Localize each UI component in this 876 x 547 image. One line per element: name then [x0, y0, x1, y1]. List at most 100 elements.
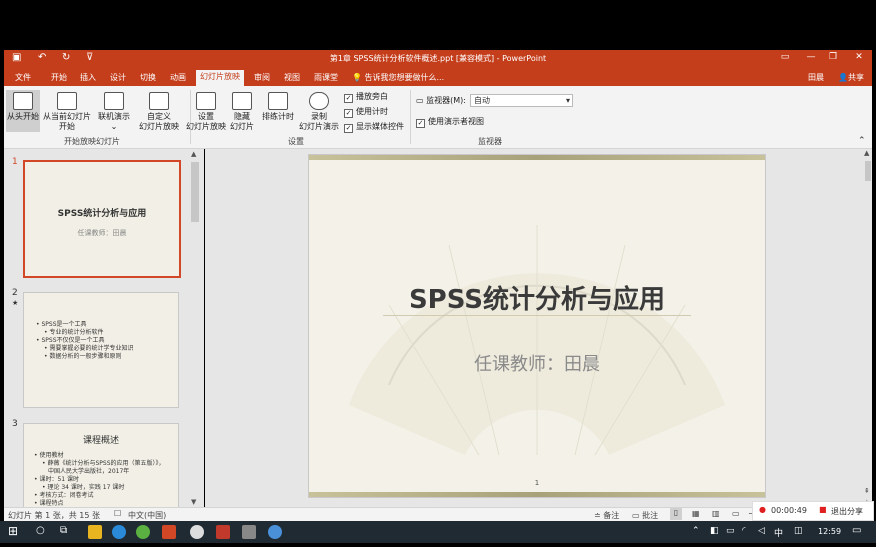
tray-app-icon[interactable]: ◧	[710, 526, 719, 536]
bullet-text: • 使用教材	[34, 452, 64, 459]
play-narrations-label: 播放旁白	[356, 92, 388, 101]
show-media-controls-checkbox[interactable]: ✓ 显示媒体控件	[344, 121, 404, 133]
tab-transitions[interactable]: 切换	[140, 72, 156, 83]
thumbnail-scrollbar[interactable]: ▲ ▼	[190, 150, 200, 506]
search-icon[interactable]: ○	[36, 525, 45, 536]
tab-slide-show[interactable]: 幻灯片放映	[196, 70, 244, 86]
star-icon: ★	[12, 299, 19, 307]
tray-chevron-icon[interactable]: ⌃	[692, 526, 700, 536]
tab-rain-classroom[interactable]: 雨课堂	[314, 72, 338, 83]
title-divider	[383, 315, 691, 316]
notes-label: 备注	[603, 511, 620, 520]
online-present-label: 联机演示	[98, 112, 130, 121]
scrollbar-thumb[interactable]	[865, 161, 871, 181]
tab-insert[interactable]: 插入	[80, 72, 96, 83]
comments-button[interactable]: ▭ 批注	[632, 510, 658, 521]
restore-icon[interactable]: ❐	[826, 52, 840, 62]
ribbon-display-options-icon[interactable]: ▭	[778, 52, 792, 62]
notes-button[interactable]: ≐ 备注	[594, 510, 619, 521]
setup-slide-show-button[interactable]: 设置 幻灯片放映	[184, 92, 228, 132]
volume-icon[interactable]: ◁	[758, 526, 765, 536]
scrollbar-thumb[interactable]	[191, 162, 199, 222]
hide-slide-button[interactable]: 隐藏 幻灯片	[228, 92, 256, 132]
slide-sorter-icon[interactable]: ▦	[692, 509, 700, 518]
main-vertical-scrollbar[interactable]: ▲ ⇞ ⇟	[864, 149, 872, 507]
powerpoint-icon[interactable]	[162, 525, 176, 539]
clock[interactable]: 12:59	[818, 527, 841, 536]
app-icon[interactable]	[242, 525, 256, 539]
app-icon[interactable]	[268, 525, 282, 539]
play-narrations-checkbox[interactable]: ✓ 播放旁白	[344, 91, 388, 103]
tab-home[interactable]: 开始	[51, 72, 67, 83]
collapse-ribbon-icon[interactable]: ⌃	[858, 136, 866, 146]
tab-file[interactable]: 文件	[15, 72, 31, 83]
previous-slide-icon[interactable]: ⇞	[864, 487, 870, 495]
notification-icon[interactable]: ▭	[852, 525, 861, 536]
slide-thumbnail-3[interactable]: 课程概述 • 使用教材 • 薛薇《统计分析与SPSS的应用（第五版）》， 中国人…	[23, 423, 179, 508]
share-button[interactable]: 👤共享	[838, 72, 864, 83]
current-slide[interactable]: SPSS统计分析与应用 任课教师：田晨 1	[308, 154, 766, 498]
recording-dot-icon: ●	[759, 505, 766, 514]
chrome-icon[interactable]	[190, 525, 204, 539]
checkmark-icon: ✓	[344, 94, 353, 103]
monitor-select-value: 自动	[474, 96, 490, 105]
windows-taskbar: ⊞ ○ ⧉ ⌃ ◧ ▭ ◜ ◁ 中 ◫ 12:59 ▭	[0, 521, 876, 543]
exit-share-button[interactable]: 退出分享	[831, 506, 863, 517]
window-title: 第1章 SPSS统计分析软件概述.ppt [兼容模式] - PowerPoint	[329, 54, 547, 63]
chevron-down-icon: ▾	[565, 96, 570, 105]
use-timings-checkbox[interactable]: ✓ 使用计时	[344, 106, 388, 118]
tell-me-search[interactable]: 💡 告诉我您想要做什么...	[352, 72, 444, 83]
use-timings-label: 使用计时	[356, 107, 388, 116]
hide-label-1: 隐藏	[234, 112, 250, 121]
custom-show-icon	[149, 92, 169, 110]
hide-label-2: 幻灯片	[230, 122, 254, 131]
comment-icon: ▭	[632, 511, 640, 520]
browser-icon[interactable]	[136, 525, 150, 539]
from-current-slide-button[interactable]: 从当前幻灯片 开始	[42, 92, 92, 132]
file-explorer-icon[interactable]	[88, 525, 102, 539]
monitor-select[interactable]: 自动 ▾	[470, 94, 573, 107]
tab-animations[interactable]: 动画	[170, 72, 186, 83]
bullet-text: • SPSS不仅仅是一个工具	[36, 337, 105, 344]
scroll-up-icon[interactable]: ▲	[864, 149, 869, 157]
ribbon-tab-bar: 文件 开始 插入 设计 切换 动画 幻灯片放映 审阅 视图 雨课堂 💡 告诉我您…	[4, 68, 872, 86]
windows-start-icon[interactable]: ⊞	[8, 524, 18, 538]
spelling-icon[interactable]: ☐	[114, 509, 121, 518]
from-beginning-button[interactable]: 从头开始	[6, 90, 40, 132]
task-view-icon[interactable]: ⧉	[60, 525, 67, 536]
slide-thumbnail-1[interactable]: SPSS统计分析与应用 任课教师：田晨	[23, 160, 181, 278]
tray-app-icon[interactable]: ◫	[794, 526, 803, 536]
tray-app-icon[interactable]: ▭	[726, 526, 735, 536]
status-bar: 幻灯片 第 1 张，共 15 张 ☐ 中文(中国) ≐ 备注 ▭ 批注 ▯ ▦ …	[4, 507, 872, 522]
bullet-text: • 需要掌握必要的统计学专业知识	[44, 345, 134, 352]
bullet-text: • SPSS是一个工具	[36, 321, 87, 328]
tab-review[interactable]: 审阅	[254, 72, 270, 83]
scroll-up-icon[interactable]: ▲	[191, 150, 196, 158]
edge-icon[interactable]	[112, 525, 126, 539]
reading-view-icon[interactable]: ▥	[712, 509, 720, 518]
slideshow-view-icon[interactable]: ▭	[732, 509, 740, 518]
tab-view[interactable]: 视图	[284, 72, 300, 83]
slide-title[interactable]: SPSS统计分析与应用	[309, 279, 765, 316]
wifi-icon[interactable]: ◜	[742, 526, 746, 536]
tab-design[interactable]: 设计	[110, 72, 126, 83]
user-name[interactable]: 田晨	[808, 72, 824, 83]
scroll-down-icon[interactable]: ▼	[191, 498, 196, 506]
normal-view-icon[interactable]: ▯	[670, 508, 682, 520]
custom-slide-show-button[interactable]: 自定义 幻灯片放映	[132, 92, 186, 132]
monitor-label: ▭ 监视器(M):	[416, 95, 466, 106]
slide-thumbnail-2[interactable]: • SPSS是一个工具 • 专业的统计分析软件 • SPSS不仅仅是一个工具 •…	[23, 292, 179, 408]
rehearse-timings-button[interactable]: 排练计时	[258, 92, 298, 122]
show-media-label: 显示媒体控件	[356, 122, 404, 131]
slide-subtitle[interactable]: 任课教师：田晨	[309, 350, 765, 376]
record-slide-show-button[interactable]: 录制 幻灯片演示	[294, 92, 344, 132]
online-present-button[interactable]: 联机演示 ⌄	[94, 92, 134, 132]
close-icon[interactable]: ✕	[852, 52, 866, 62]
minimize-icon[interactable]: —	[804, 52, 818, 62]
fan-background-graphic	[349, 225, 725, 456]
ime-indicator[interactable]: 中	[774, 526, 783, 539]
app-icon[interactable]	[216, 525, 230, 539]
presenter-view-checkbox[interactable]: ✓ 使用演示者视图	[416, 116, 484, 128]
language-indicator[interactable]: 中文(中国)	[128, 510, 166, 521]
setup-slideshow-icon	[196, 92, 216, 110]
